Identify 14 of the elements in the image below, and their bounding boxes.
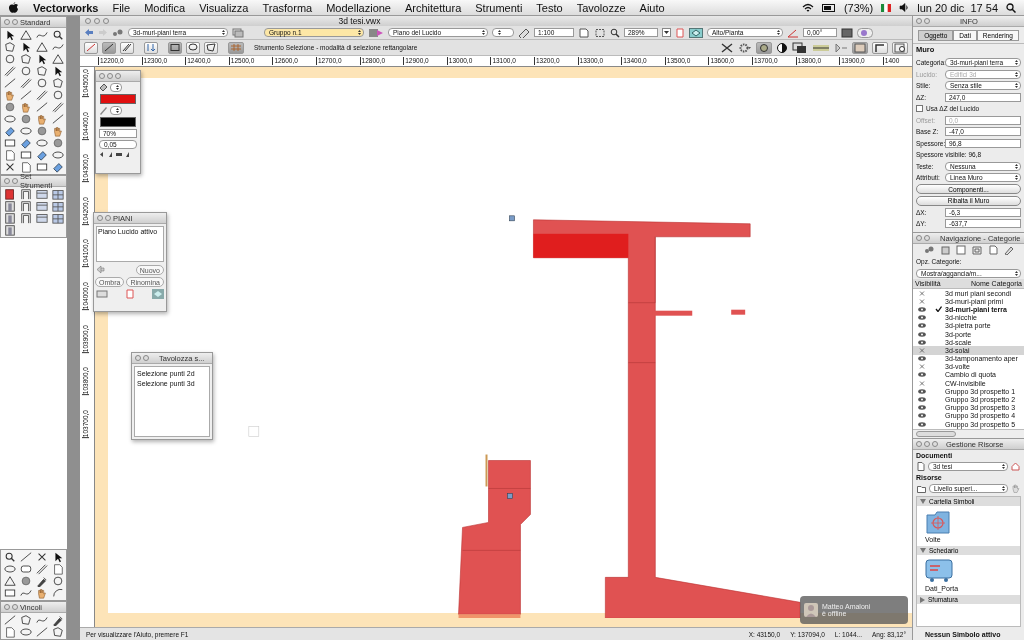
window-title: 3d tesi.vwx [338, 16, 382, 26]
menu-item[interactable]: Aiuto [639, 1, 665, 14]
menu-item[interactable]: Strumenti [475, 1, 523, 14]
battery-percentage: (73%) [843, 1, 874, 14]
app-menu[interactable]: Vectorworks [33, 1, 99, 14]
menu-item[interactable]: Visualizza [199, 1, 249, 14]
menu-item[interactable]: Modellazione [326, 1, 391, 14]
clock[interactable]: lun 20 dic 17 54 [917, 1, 998, 14]
menu-item[interactable]: Testo [536, 1, 563, 14]
menu-item[interactable]: Trasforma [262, 1, 313, 14]
menu-item[interactable]: Architettura [405, 1, 462, 14]
menu-item[interactable]: Modifica [144, 1, 186, 14]
menu-item[interactable]: Tavolozze [576, 1, 626, 14]
menu-item[interactable]: File [112, 1, 131, 14]
